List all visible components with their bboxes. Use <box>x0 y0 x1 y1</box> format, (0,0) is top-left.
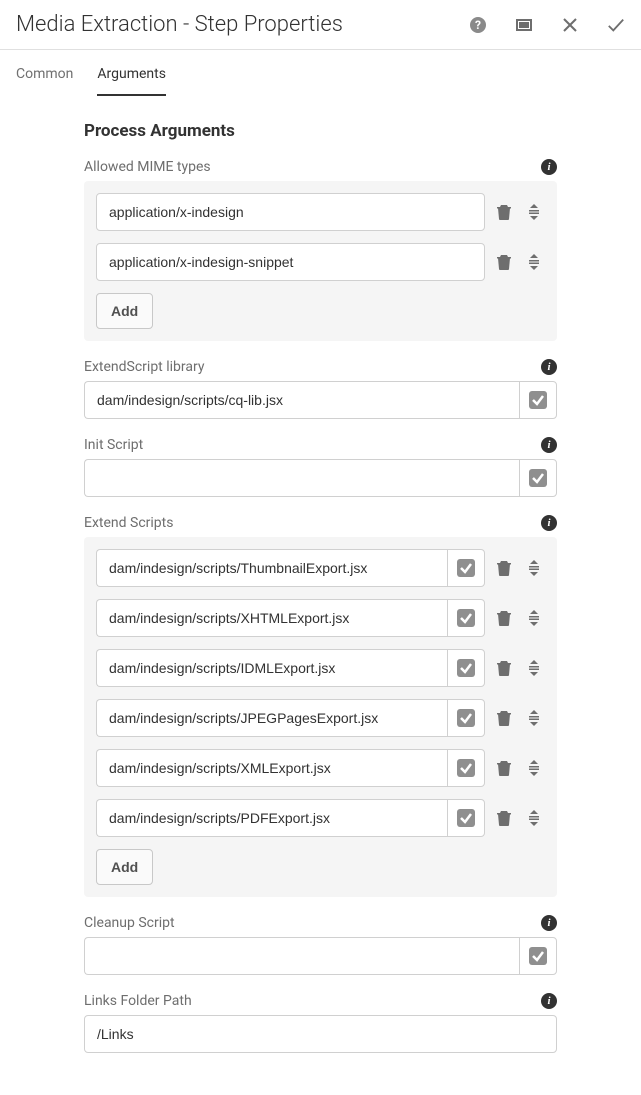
delete-icon[interactable] <box>493 657 515 679</box>
extend-scripts-multifield: Add <box>84 537 557 897</box>
script-item <box>96 599 545 637</box>
check-icon <box>457 709 475 727</box>
delete-icon[interactable] <box>493 807 515 829</box>
tabs: Common Arguments <box>0 54 641 97</box>
field-cleanup-script: Cleanup Script i <box>84 915 557 975</box>
script-item <box>96 799 545 837</box>
links-label: Links Folder Path <box>84 993 192 1009</box>
picker-button[interactable] <box>447 549 485 587</box>
check-icon <box>529 469 547 487</box>
check-icon <box>457 559 475 577</box>
check-icon <box>457 659 475 677</box>
init-label: Init Script <box>84 437 143 453</box>
check-icon <box>457 809 475 827</box>
check-icon <box>457 609 475 627</box>
cleanup-input[interactable] <box>84 937 519 975</box>
cleanup-label: Cleanup Script <box>84 915 175 931</box>
field-mime-types: Allowed MIME types i <box>84 159 557 341</box>
links-input[interactable] <box>84 1015 557 1053</box>
script-item <box>96 749 545 787</box>
check-icon <box>529 947 547 965</box>
reorder-icon[interactable] <box>523 757 545 779</box>
svg-text:?: ? <box>475 18 481 32</box>
mime-multifield: Add <box>84 181 557 341</box>
script-item <box>96 549 545 587</box>
field-init-script: Init Script i <box>84 437 557 497</box>
mime-label: Allowed MIME types <box>84 159 211 175</box>
header-actions: ? <box>469 16 625 34</box>
mime-input[interactable] <box>96 243 485 281</box>
picker-button[interactable] <box>519 937 557 975</box>
reorder-icon[interactable] <box>523 807 545 829</box>
mime-item <box>96 243 545 281</box>
extendlib-label: ExtendScript library <box>84 359 204 375</box>
mime-input[interactable] <box>96 193 485 231</box>
reorder-icon[interactable] <box>523 707 545 729</box>
section-title: Process Arguments <box>84 121 557 141</box>
add-mime-button[interactable]: Add <box>96 293 153 329</box>
picker-button[interactable] <box>447 599 485 637</box>
delete-icon[interactable] <box>493 557 515 579</box>
picker-button[interactable] <box>519 459 557 497</box>
extendlib-input[interactable] <box>84 381 519 419</box>
script-input[interactable] <box>96 549 447 587</box>
mime-item <box>96 193 545 231</box>
script-input[interactable] <box>96 699 447 737</box>
picker-button[interactable] <box>519 381 557 419</box>
delete-icon[interactable] <box>493 607 515 629</box>
info-icon[interactable]: i <box>541 359 557 375</box>
info-icon[interactable]: i <box>541 993 557 1009</box>
delete-icon[interactable] <box>493 251 515 273</box>
script-item <box>96 699 545 737</box>
fullscreen-icon[interactable] <box>515 16 533 34</box>
close-icon[interactable] <box>561 16 579 34</box>
reorder-icon[interactable] <box>523 657 545 679</box>
dialog-header: Media Extraction - Step Properties ? <box>0 0 641 50</box>
picker-button[interactable] <box>447 749 485 787</box>
dialog-title: Media Extraction - Step Properties <box>16 12 343 37</box>
check-icon <box>529 391 547 409</box>
help-icon[interactable]: ? <box>469 16 487 34</box>
script-input[interactable] <box>96 749 447 787</box>
check-icon <box>457 759 475 777</box>
script-item <box>96 649 545 687</box>
script-input[interactable] <box>96 599 447 637</box>
field-extend-scripts: Extend Scripts i <box>84 515 557 897</box>
field-links-folder: Links Folder Path i <box>84 993 557 1053</box>
picker-button[interactable] <box>447 649 485 687</box>
script-input[interactable] <box>96 649 447 687</box>
confirm-icon[interactable] <box>607 16 625 34</box>
delete-icon[interactable] <box>493 757 515 779</box>
tab-arguments[interactable]: Arguments <box>97 54 166 96</box>
field-extendscript-library: ExtendScript library i <box>84 359 557 419</box>
init-input[interactable] <box>84 459 519 497</box>
reorder-icon[interactable] <box>523 201 545 223</box>
info-icon[interactable]: i <box>541 437 557 453</box>
picker-button[interactable] <box>447 699 485 737</box>
info-icon[interactable]: i <box>541 159 557 175</box>
reorder-icon[interactable] <box>523 607 545 629</box>
script-input[interactable] <box>96 799 447 837</box>
info-icon[interactable]: i <box>541 915 557 931</box>
extend-scripts-label: Extend Scripts <box>84 515 173 531</box>
reorder-icon[interactable] <box>523 557 545 579</box>
tab-common[interactable]: Common <box>16 54 73 96</box>
reorder-icon[interactable] <box>523 251 545 273</box>
add-script-button[interactable]: Add <box>96 849 153 885</box>
picker-button[interactable] <box>447 799 485 837</box>
content-area: Process Arguments Allowed MIME types i <box>0 97 641 1095</box>
delete-icon[interactable] <box>493 201 515 223</box>
delete-icon[interactable] <box>493 707 515 729</box>
info-icon[interactable]: i <box>541 515 557 531</box>
